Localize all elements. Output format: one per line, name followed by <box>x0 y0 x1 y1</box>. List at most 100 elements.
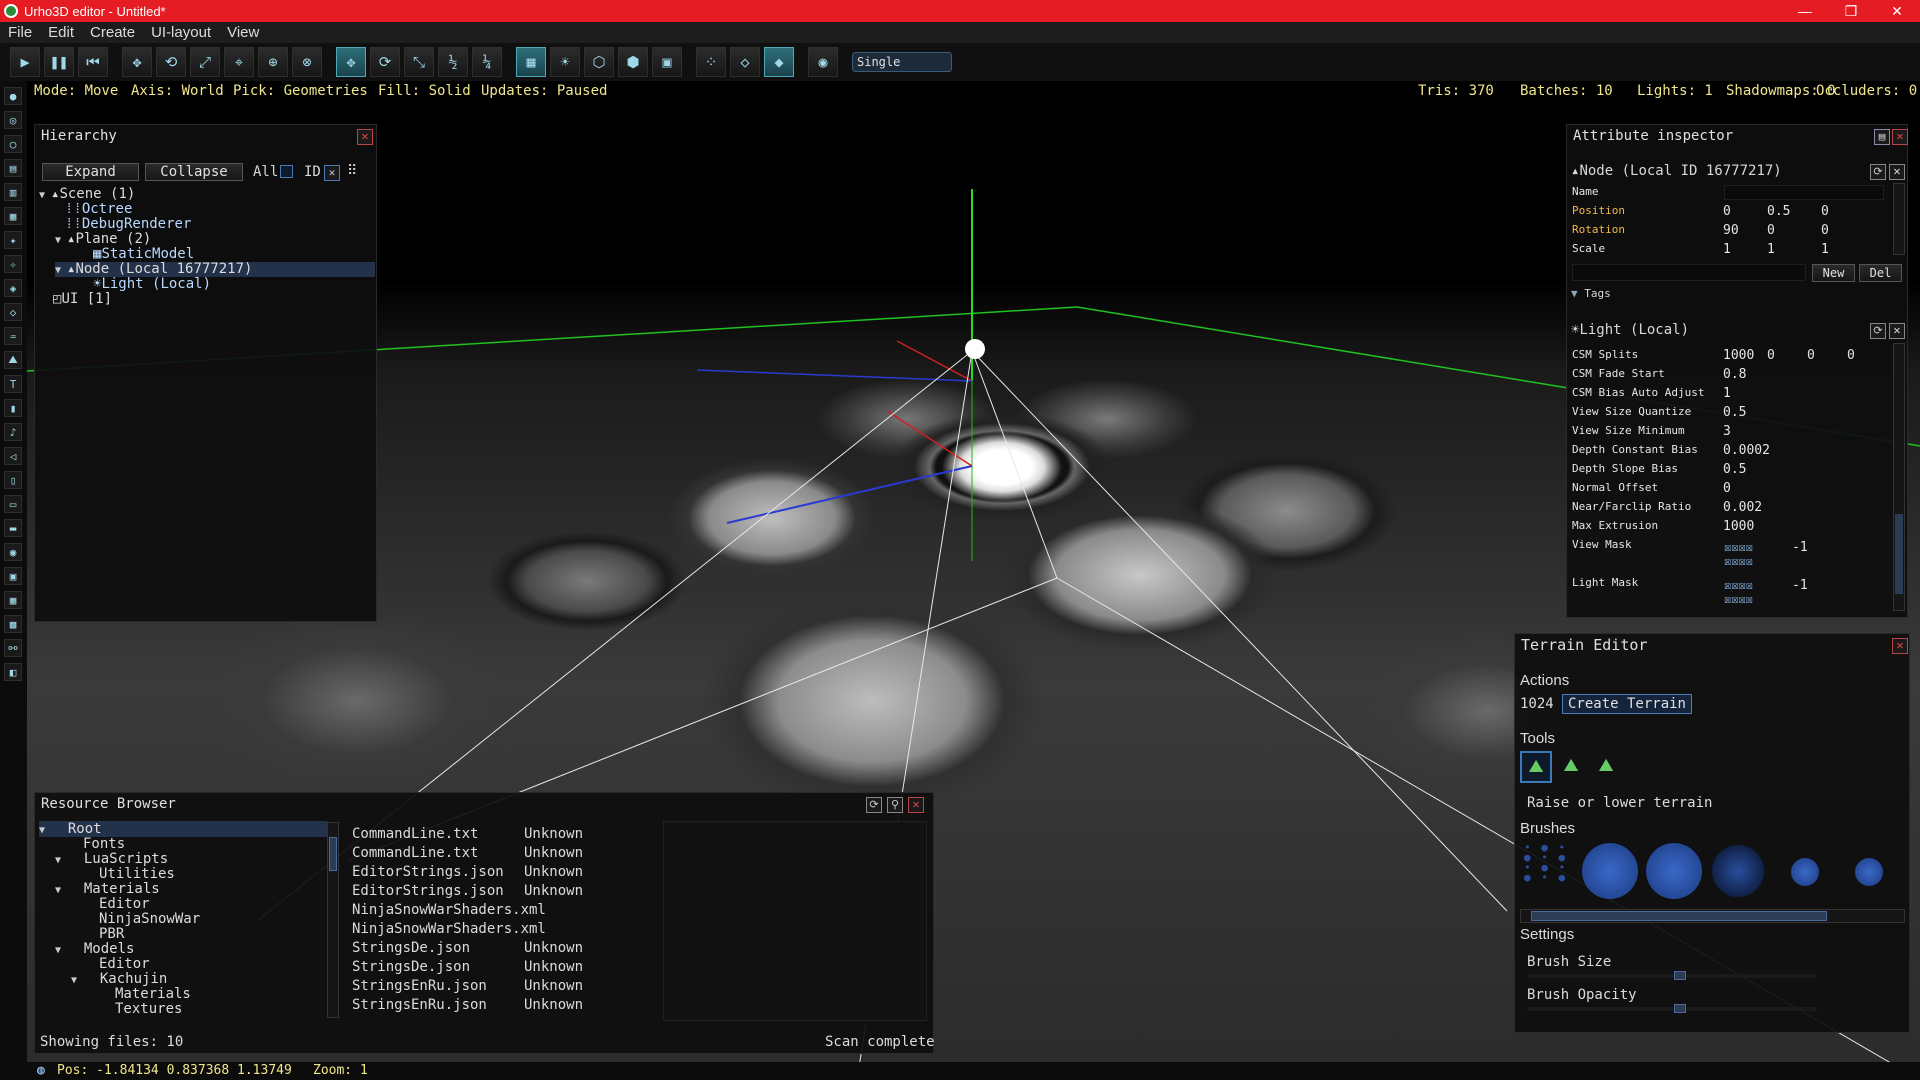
brush-size-thumb[interactable] <box>1674 971 1687 980</box>
tree-item-models-editor[interactable]: Editor <box>99 956 150 972</box>
fill-wireframe-icon[interactable]: ◇ <box>730 47 760 77</box>
camera-icon[interactable]: ◉ <box>4 543 22 561</box>
attr-value[interactable]: 0 <box>1723 481 1731 496</box>
view-mask-bits[interactable]: ☒☒☒☒ ☒☒☒☒ <box>1724 540 1784 568</box>
pick-rigidbodies-icon[interactable]: ⬢ <box>618 47 648 77</box>
name-field[interactable] <box>1724 185 1884 200</box>
component-icon-10[interactable]: ▮ <box>4 399 22 417</box>
speaker-icon[interactable]: ◁ <box>4 447 22 465</box>
pin-icon[interactable]: ▤ <box>1874 129 1890 145</box>
close-hierarchy-icon[interactable]: ✕ <box>357 129 373 145</box>
tree-item-pbr[interactable]: PBR <box>99 926 124 942</box>
file-row[interactable]: EditorStrings.json Unknown <box>352 864 583 880</box>
component-icon-11[interactable]: ▯ <box>4 471 22 489</box>
file-row[interactable]: NinjaSnowWarShaders.xml <box>352 921 564 937</box>
pick-ui-icon[interactable]: ▣ <box>652 47 682 77</box>
scale-mode-icon[interactable]: ⤡ <box>404 47 434 77</box>
attr-value[interactable]: 0.5 <box>1723 462 1746 477</box>
tree-item-kachujin-materials[interactable]: Materials <box>115 986 191 1002</box>
tree-item-plane[interactable]: ▼ ▴Plane (2) <box>55 232 375 247</box>
minimize-button[interactable]: — <box>1782 0 1828 22</box>
menu-view[interactable]: View <box>219 24 267 41</box>
sound-icon[interactable]: ♪ <box>4 423 22 441</box>
tree-item-models[interactable]: ▼ Models <box>55 941 134 957</box>
csm-split-3[interactable]: 0 <box>1807 348 1815 363</box>
csm-split-4[interactable]: 0 <box>1847 348 1855 363</box>
raise-lower-tool-icon[interactable]: ⛰ <box>1520 751 1552 783</box>
component-icon-1[interactable]: ▤ <box>4 159 22 177</box>
brush-large-icon[interactable] <box>1582 843 1638 899</box>
component-icon-12[interactable]: ▭ <box>4 495 22 513</box>
scale-z[interactable]: 1 <box>1821 242 1829 257</box>
component-icon-4[interactable]: ✦ <box>4 231 22 249</box>
refresh-icon[interactable]: ⟳ <box>866 797 882 813</box>
component-icon-13[interactable]: ▬ <box>4 519 22 537</box>
new-tag-button[interactable]: New <box>1812 264 1855 282</box>
snap-half-icon[interactable]: ½ <box>438 47 468 77</box>
tree-item-ui[interactable]: ◰UI [1] <box>53 292 375 307</box>
maximize-button[interactable]: ❐ <box>1828 0 1874 22</box>
collapse-button[interactable]: Collapse <box>145 163 243 181</box>
tree-item-fonts[interactable]: Fonts <box>83 836 125 852</box>
attr-value[interactable]: 1 <box>1723 386 1731 401</box>
tag-input[interactable] <box>1572 264 1806 281</box>
tree-scrollbar[interactable] <box>327 822 339 1018</box>
csm-split-2[interactable]: 0 <box>1767 348 1775 363</box>
attr-value[interactable]: 0.5 <box>1723 405 1746 420</box>
close-terrain-icon[interactable]: ✕ <box>1892 638 1908 654</box>
brush-opacity-slider[interactable] <box>1527 1004 1817 1013</box>
component-icon-14[interactable]: ▣ <box>4 567 22 585</box>
tree-item-light[interactable]: ☀Light (Local) <box>93 277 375 292</box>
play-icon[interactable]: ▶ <box>10 47 40 77</box>
world-axis-icon[interactable]: ⊗ <box>292 47 322 77</box>
tree-item-octree[interactable]: ⁞⁞Octree <box>65 202 375 217</box>
tree-item-staticmodel[interactable]: ▦StaticModel <box>93 247 375 262</box>
tree-item-kachujin[interactable]: ▼ Kachujin <box>71 971 167 987</box>
scrollbar-thumb[interactable] <box>1895 514 1903 594</box>
position-y[interactable]: 0.5 <box>1767 204 1790 219</box>
rotation-z[interactable]: 0 <box>1821 223 1829 238</box>
menu-ui-layout[interactable]: UI-layout <box>143 24 219 41</box>
scale-y[interactable]: 1 <box>1767 242 1775 257</box>
brush-soft-icon[interactable] <box>1646 843 1702 899</box>
move-local-icon[interactable]: ✥ <box>122 47 152 77</box>
attr-value[interactable]: 1000 <box>1723 519 1754 534</box>
del-tag-button[interactable]: Del <box>1859 264 1902 282</box>
component-icon-3[interactable]: ▦ <box>4 207 22 225</box>
light-remove-icon[interactable]: ✕ <box>1889 323 1905 339</box>
component-icon-16[interactable]: ◧ <box>4 663 22 681</box>
component-icon-6[interactable]: ◈ <box>4 279 22 297</box>
create-node-icon[interactable]: ● <box>4 87 22 105</box>
menu-create[interactable]: Create <box>82 24 143 41</box>
brush-tiny-icon[interactable] <box>1855 858 1883 886</box>
tree-item-debugrenderer[interactable]: ⁞⁞DebugRenderer <box>65 217 375 232</box>
view-mask-value[interactable]: -1 <box>1792 540 1808 555</box>
rewind-icon[interactable]: ⏮ <box>78 47 108 77</box>
viewport-layout-select[interactable]: Single <box>852 52 952 72</box>
close-resource-browser-icon[interactable]: ✕ <box>908 797 924 813</box>
position-x[interactable]: 0 <box>1723 204 1731 219</box>
terrain-size[interactable]: 1024 <box>1520 696 1554 712</box>
expand-button[interactable]: Expand <box>42 163 139 181</box>
brush-scroll-thumb[interactable] <box>1531 911 1827 921</box>
filter-icon[interactable]: ⚲ <box>887 797 903 813</box>
scale-x[interactable]: 1 <box>1723 242 1731 257</box>
tree-scroll-thumb[interactable] <box>329 837 337 871</box>
component-icon-8[interactable]: ♒ <box>4 327 22 345</box>
file-row[interactable]: CommandLine.txt Unknown <box>352 826 583 842</box>
brush-size-slider[interactable] <box>1527 971 1817 980</box>
brush-scatter-icon[interactable]: • ● • ● • ● • ● • ● • ● <box>1524 842 1572 893</box>
file-row[interactable]: StringsEnRu.json Unknown <box>352 978 583 994</box>
snap-quarter-icon[interactable]: ¼ <box>472 47 502 77</box>
file-row[interactable]: NinjaSnowWarShaders.xml <box>352 902 564 918</box>
fill-points-icon[interactable]: ⁘ <box>696 47 726 77</box>
component-icon-15[interactable]: ▩ <box>4 615 22 633</box>
link-icon[interactable]: ⚯ <box>4 639 22 657</box>
node-remove-icon[interactable]: ✕ <box>1889 164 1905 180</box>
node-reset-icon[interactable]: ⟳ <box>1870 164 1886 180</box>
all-checkbox[interactable] <box>280 165 293 178</box>
light-mask-value[interactable]: -1 <box>1792 578 1808 593</box>
grid-icon[interactable]: ▦ <box>4 591 22 609</box>
brush-faded-icon[interactable] <box>1712 845 1764 897</box>
file-row[interactable]: CommandLine.txt Unknown <box>352 845 583 861</box>
